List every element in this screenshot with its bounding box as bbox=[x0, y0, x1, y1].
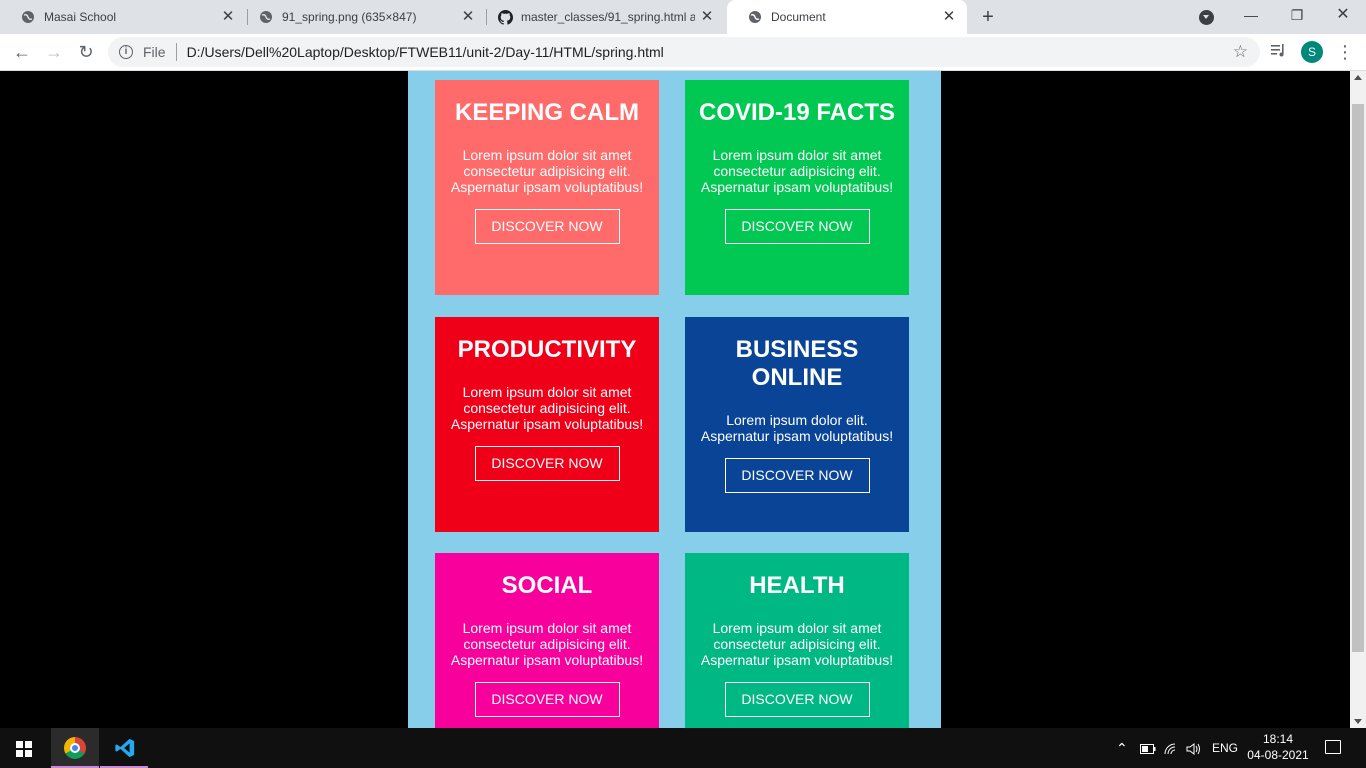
volume-icon[interactable] bbox=[1186, 728, 1202, 768]
tab-github-master-classes[interactable]: master_classes/91_spring.html at ✕ bbox=[477, 0, 725, 34]
github-icon bbox=[497, 9, 513, 25]
scroll-up-arrow-icon[interactable] bbox=[1354, 75, 1362, 80]
card-title: PRODUCTIVITY bbox=[457, 336, 637, 363]
cards-container: KEEPING CALM Lorem ipsum dolor sit amet … bbox=[408, 71, 941, 728]
clock-time: 18:14 bbox=[1262, 732, 1294, 746]
profile-avatar[interactable]: S bbox=[1301, 41, 1323, 63]
card-social: SOCIAL Lorem ipsum dolor sit amet consec… bbox=[435, 553, 659, 728]
windows-taskbar: ⌃ ENG 18:14 04-08-2021 bbox=[0, 728, 1366, 768]
info-icon[interactable]: i bbox=[119, 45, 133, 59]
chrome-icon bbox=[64, 737, 86, 759]
card-productivity: PRODUCTIVITY Lorem ipsum dolor sit amet … bbox=[435, 317, 659, 532]
discover-now-button[interactable]: DISCOVER NOW bbox=[474, 209, 620, 244]
close-tab-icon[interactable]: ✕ bbox=[220, 9, 236, 25]
media-control-icon[interactable] bbox=[1270, 42, 1288, 60]
card-title: KEEPING CALM bbox=[454, 99, 639, 126]
back-arrow-icon[interactable]: ← bbox=[8, 38, 36, 66]
language-indicator[interactable]: ENG bbox=[1212, 728, 1238, 768]
card-text: Lorem ipsum dolor elit. Aspernatur ipsam… bbox=[700, 412, 894, 444]
close-tab-icon[interactable]: ✕ bbox=[699, 9, 715, 25]
restore-button[interactable]: ❐ bbox=[1274, 0, 1320, 32]
bookmark-star-icon[interactable]: ☆ bbox=[1233, 42, 1248, 62]
card-title: SOCIAL bbox=[501, 572, 593, 599]
card-covid-19-facts: COVID-19 FACTS Lorem ipsum dolor sit ame… bbox=[685, 80, 909, 295]
vscode-icon bbox=[115, 738, 135, 758]
discover-now-button[interactable]: DISCOVER NOW bbox=[724, 209, 870, 244]
address-url[interactable]: D:/Users/Dell%20Laptop/Desktop/FTWEB11/u… bbox=[187, 44, 664, 60]
tab-document[interactable]: Document ✕ bbox=[727, 0, 967, 34]
globe-icon bbox=[747, 9, 763, 25]
forward-arrow-icon[interactable]: → bbox=[40, 38, 68, 66]
address-bar[interactable]: i File D:/Users/Dell%20Laptop/Desktop/FT… bbox=[108, 37, 1260, 67]
address-separator bbox=[175, 43, 177, 61]
close-tab-icon[interactable]: ✕ bbox=[460, 9, 476, 25]
taskbar-vscode[interactable] bbox=[100, 728, 148, 768]
tab-search-icon[interactable] bbox=[1199, 10, 1214, 25]
taskbar-clock[interactable]: 18:14 04-08-2021 bbox=[1244, 731, 1312, 763]
tab-title: Masai School bbox=[44, 10, 117, 24]
tab-strip: Masai School ✕ 91_spring.png (635×847) ✕… bbox=[0, 0, 1366, 34]
new-tab-button[interactable]: + bbox=[977, 6, 999, 28]
more-menu-icon[interactable]: ⋮ bbox=[1336, 42, 1354, 62]
close-window-button[interactable]: ✕ bbox=[1320, 0, 1366, 32]
scroll-thumb[interactable] bbox=[1352, 104, 1364, 652]
card-health: HEALTH Lorem ipsum dolor sit amet consec… bbox=[685, 553, 909, 728]
discover-now-button[interactable]: DISCOVER NOW bbox=[474, 446, 620, 481]
globe-icon bbox=[20, 9, 36, 25]
clock-date: 04-08-2021 bbox=[1247, 748, 1309, 762]
card-title: HEALTH bbox=[749, 572, 845, 599]
vertical-scrollbar[interactable] bbox=[1350, 71, 1366, 728]
discover-now-button[interactable]: DISCOVER NOW bbox=[724, 458, 870, 493]
card-text: Lorem ipsum dolor sit amet consectetur a… bbox=[450, 384, 644, 432]
card-title: COVID-19 FACTS bbox=[698, 99, 896, 126]
battery-icon[interactable] bbox=[1140, 728, 1156, 768]
tab-91-spring-png[interactable]: 91_spring.png (635×847) ✕ bbox=[238, 0, 486, 34]
show-hidden-icons-chevron-icon[interactable]: ⌃ bbox=[1116, 728, 1128, 768]
notification-center-icon[interactable] bbox=[1325, 740, 1341, 754]
minimize-button[interactable]: — bbox=[1228, 0, 1274, 32]
discover-now-button[interactable]: DISCOVER NOW bbox=[474, 682, 620, 717]
reload-icon[interactable]: ↻ bbox=[72, 38, 100, 66]
tab-title: Document bbox=[771, 10, 826, 24]
card-text: Lorem ipsum dolor sit amet consectetur a… bbox=[700, 147, 894, 195]
card-text: Lorem ipsum dolor sit amet consectetur a… bbox=[450, 147, 644, 195]
windows-start-icon[interactable] bbox=[16, 741, 32, 757]
browser-toolbar: ← → ↻ i File D:/Users/Dell%20Laptop/Desk… bbox=[0, 34, 1366, 71]
close-tab-icon[interactable]: ✕ bbox=[941, 9, 957, 25]
tab-title: master_classes/91_spring.html at bbox=[521, 10, 695, 24]
card-business-online: BUSINESS ONLINE Lorem ipsum dolor elit. … bbox=[685, 317, 909, 532]
card-text: Lorem ipsum dolor sit amet consectetur a… bbox=[700, 620, 894, 668]
page-viewport: KEEPING CALM Lorem ipsum dolor sit amet … bbox=[0, 71, 1350, 728]
taskbar-chrome[interactable] bbox=[51, 728, 99, 768]
card-text: Lorem ipsum dolor sit amet consectetur a… bbox=[450, 620, 644, 668]
tab-masai-school[interactable]: Masai School ✕ bbox=[0, 0, 246, 34]
discover-now-button[interactable]: DISCOVER NOW bbox=[724, 682, 870, 717]
card-title: BUSINESS ONLINE bbox=[735, 336, 859, 391]
wifi-icon[interactable] bbox=[1164, 728, 1178, 768]
card-keeping-calm: KEEPING CALM Lorem ipsum dolor sit amet … bbox=[435, 80, 659, 295]
globe-icon bbox=[258, 9, 274, 25]
address-scheme: File bbox=[143, 44, 166, 60]
scroll-down-arrow-icon[interactable] bbox=[1354, 719, 1362, 724]
tab-title: 91_spring.png (635×847) bbox=[282, 10, 417, 24]
